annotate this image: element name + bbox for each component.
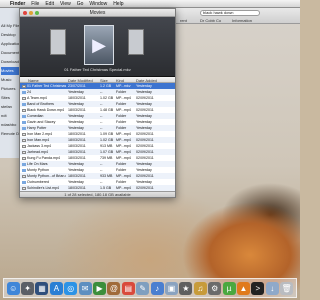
file-name: 01 Father Ted Christmas...	[27, 84, 66, 88]
title-bar[interactable]: Movies	[20, 9, 175, 17]
menu-bar: Finder File Edit View Go Window Help	[0, 0, 300, 8]
folder-icon	[22, 180, 26, 184]
file-name: Jackass 3.mp4	[27, 144, 51, 148]
size-cell: --	[100, 197, 114, 198]
safari-icon[interactable]: ◎	[64, 281, 78, 295]
folder-icon	[22, 102, 26, 106]
movie-file-icon	[22, 108, 26, 112]
background-browser-window: black hawk down rent Dr Cobb Co Informat…	[170, 8, 300, 24]
cover-flow-item[interactable]	[128, 29, 144, 55]
iphoto-icon[interactable]: ▣	[164, 281, 178, 295]
file-name: Iron Man.mp4	[27, 138, 50, 142]
cover-flow-preview[interactable]: ▶ 01 Father Ted Christmas Special.mkv	[20, 17, 175, 77]
movie-file-icon	[22, 144, 26, 148]
file-name: Outnumbered	[27, 180, 49, 184]
menu-go[interactable]: Go	[77, 1, 84, 7]
imovie-icon[interactable]: ★	[179, 281, 193, 295]
launchpad-icon[interactable]: ✦	[21, 281, 35, 295]
movie-file-icon	[22, 96, 26, 100]
movie-file-icon[interactable]: ▶	[84, 25, 114, 65]
menu-finder[interactable]: Finder	[10, 1, 25, 7]
preview-caption: 01 Father Ted Christmas Special.mkv	[64, 67, 131, 72]
file-name: 24	[27, 90, 31, 94]
file-name: Monty Python...of Brian.mp4	[27, 174, 66, 178]
file-name: Black Hawk Down.mp4	[27, 108, 64, 112]
utorrent-icon[interactable]: µ	[222, 281, 236, 295]
itunes-icon[interactable]: ♪	[150, 281, 164, 295]
app-store-icon[interactable]: A	[49, 281, 63, 295]
folder-icon	[22, 120, 26, 124]
file-name: Iron Man 2.mp4	[27, 132, 53, 136]
bookmark-item[interactable]: rent	[180, 18, 187, 23]
file-name: A Team.mp4	[27, 96, 47, 100]
system-preferences-icon[interactable]: ⚙	[208, 281, 222, 295]
facetime-icon[interactable]: ▶	[93, 281, 107, 295]
window-title: Movies	[89, 10, 106, 16]
file-name: Monty Python	[27, 168, 49, 172]
movie-file-icon	[22, 174, 26, 178]
file-name: Harry Potter	[27, 126, 47, 130]
finder-icon[interactable]: ☺	[6, 281, 20, 295]
file-name: Band of Brothers	[27, 102, 54, 106]
folder-icon	[22, 162, 26, 166]
movie-file-icon	[22, 132, 26, 136]
file-name: Life On Mars	[27, 162, 48, 166]
address-book-icon[interactable]: @	[107, 281, 121, 295]
address-bar[interactable]: black hawk down	[200, 10, 260, 16]
file-list: 01 Father Ted Christmas... 23/07/2011 1.2 …	[20, 83, 175, 198]
date-modified-cell: Yesterday	[68, 197, 98, 198]
bookmark-item[interactable]: Information	[232, 18, 252, 23]
folder-icon	[22, 126, 26, 130]
preview-icon[interactable]: ✎	[136, 281, 150, 295]
movie-file-icon	[22, 150, 26, 154]
trash-icon[interactable]: 🗑	[280, 281, 294, 295]
folder-icon	[22, 168, 26, 172]
vlc-icon[interactable]: ▲	[236, 281, 250, 295]
table-row[interactable]: The InbetweenersYesterday--FolderYesterd…	[20, 197, 175, 198]
bookmark-item[interactable]: Dr Cobb Co	[200, 18, 221, 23]
folder-icon	[22, 90, 26, 94]
file-name: Gavin and Stacey	[27, 120, 56, 124]
mission-control-icon[interactable]: ▦	[35, 281, 49, 295]
file-name: Schindler's List.mp4	[27, 186, 60, 190]
dock: ☺ ✦ ▦ A ◎ ✉ ▶ @ ▤ ✎ ♪ ▣ ★ ♫ ⚙ µ ▲ > ↓ 🗑	[3, 278, 297, 298]
movie-file-icon	[22, 156, 26, 160]
file-name: Comedian	[27, 114, 44, 118]
movie-file-icon	[22, 186, 26, 190]
menu-help[interactable]: Help	[113, 1, 123, 7]
terminal-icon[interactable]: >	[251, 281, 265, 295]
menu-window[interactable]: Window	[89, 1, 107, 7]
finder-window: Movies ▶ 01 Father Ted Christmas Special…	[19, 8, 176, 198]
file-name-cell: The Inbetweeners	[22, 197, 66, 198]
file-name: Jarhead.mp4	[27, 150, 48, 154]
movie-file-icon	[22, 84, 26, 88]
kind-cell: Folder	[116, 197, 134, 198]
garageband-icon[interactable]: ♫	[193, 281, 207, 295]
folder-icon	[22, 114, 26, 118]
ical-icon[interactable]: ▤	[121, 281, 135, 295]
mail-icon[interactable]: ✉	[78, 281, 92, 295]
date-added-cell: Yesterday	[136, 197, 166, 198]
menu-file[interactable]: File	[31, 1, 39, 7]
menu-view[interactable]: View	[60, 1, 71, 7]
cover-flow-item[interactable]	[50, 29, 66, 55]
menu-edit[interactable]: Edit	[45, 1, 54, 7]
status-bar: 1 of 28 selected, 180.18 GB available	[20, 191, 175, 197]
file-name: Kung Fu Panda.mp4	[27, 156, 60, 160]
downloads-stack-icon[interactable]: ↓	[265, 281, 279, 295]
movie-file-icon	[22, 138, 26, 142]
